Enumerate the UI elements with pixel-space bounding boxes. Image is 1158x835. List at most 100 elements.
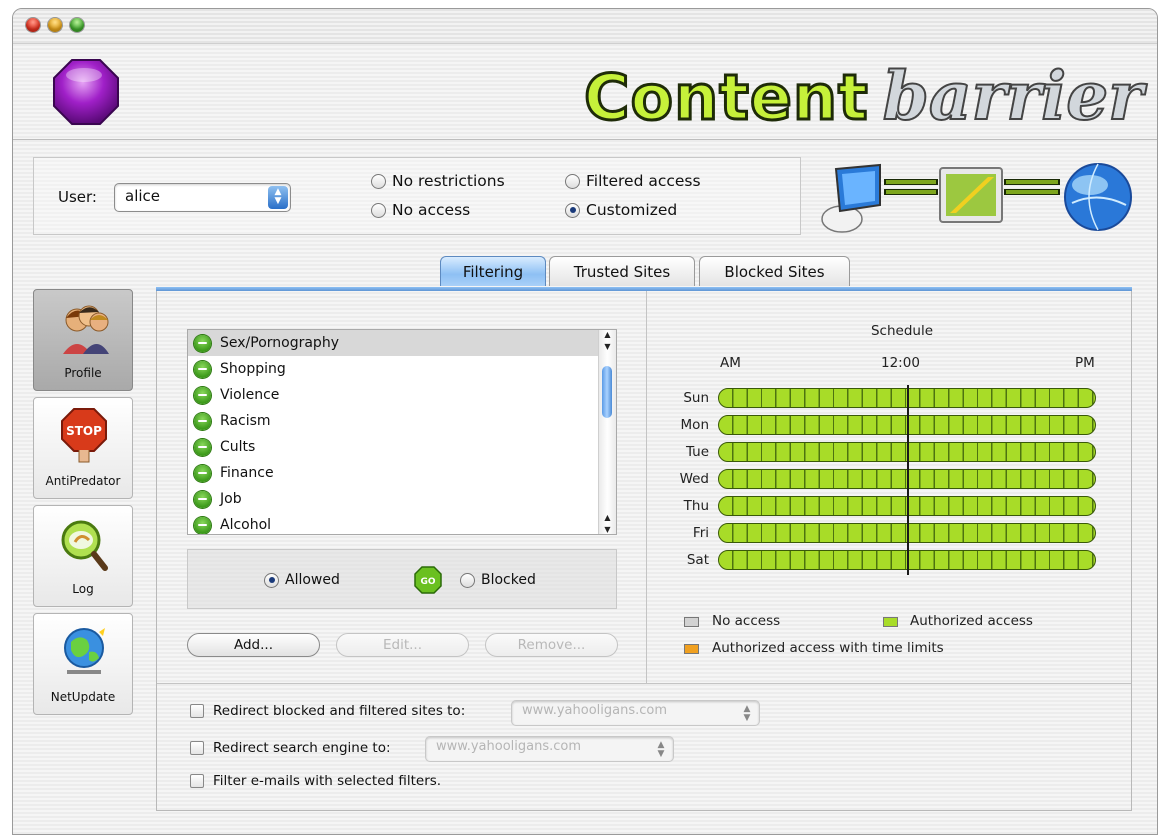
tab-filtering[interactable]: Filtering <box>440 256 546 286</box>
legend-swatch-authorized <box>883 617 898 627</box>
category-label: Violence <box>220 387 280 403</box>
radio-dot-selected <box>565 202 580 218</box>
sidebar-item-log[interactable]: Log <box>33 505 133 607</box>
day-label-mon: Mon <box>680 417 709 433</box>
schedule-noon-label: 12:00 <box>881 355 920 371</box>
select-arrows-icon: ▲ ▼ <box>657 740 665 759</box>
minus-pill-icon <box>194 386 211 404</box>
minus-pill-icon <box>194 516 211 534</box>
panel-divider-horizontal <box>157 683 1131 684</box>
radio-label: Filtered access <box>586 172 701 190</box>
minimize-window-button[interactable] <box>48 18 62 32</box>
title-bar <box>13 9 1157 44</box>
category-scrollbar[interactable]: ▲ ▼ ▲ ▼ <box>598 330 616 534</box>
schedule-pm-label: PM <box>1075 355 1095 371</box>
category-label: Sex/Pornography <box>220 335 339 351</box>
sidebar-label-netupdate: NetUpdate <box>50 690 116 704</box>
tab-blocked-sites[interactable]: Blocked Sites <box>699 256 850 286</box>
radio-dot <box>371 202 386 218</box>
category-label: Shopping <box>220 361 286 377</box>
minus-pill-icon <box>194 464 211 482</box>
redirect-sites-value: www.yahooligans.com <box>522 703 667 718</box>
list-item[interactable]: Cults <box>188 434 600 460</box>
checkbox-box <box>190 704 204 718</box>
checkbox-label: Filter e-mails with selected filters. <box>213 773 442 789</box>
close-window-button[interactable] <box>26 18 40 32</box>
radio-customized[interactable]: Customized <box>565 201 677 219</box>
radio-label: No access <box>392 201 471 219</box>
legend-authorized: Authorized access <box>910 613 1033 629</box>
redirect-sites-checkbox[interactable]: Redirect blocked and filtered sites to: <box>190 703 465 719</box>
sidebar-item-profile[interactable]: Profile <box>33 289 133 391</box>
day-label-wed: Wed <box>679 471 709 487</box>
radio-no-restrictions[interactable]: No restrictions <box>371 172 505 190</box>
radio-blocked[interactable]: Blocked <box>460 572 536 588</box>
schedule-title: Schedule <box>870 323 934 339</box>
radio-dot-selected <box>264 572 279 588</box>
minus-pill-icon <box>194 334 211 352</box>
radio-filtered-access[interactable]: Filtered access <box>565 172 701 190</box>
globe-icon <box>64 628 105 674</box>
checkbox-box <box>190 741 204 755</box>
radio-dot <box>460 572 475 588</box>
minus-pill-icon <box>194 412 211 430</box>
category-label: Job <box>220 491 242 507</box>
panel-divider-vertical <box>646 291 647 683</box>
day-label-sat: Sat <box>686 552 709 568</box>
user-select-value: alice <box>125 187 161 205</box>
go-button-label: GO <box>420 577 435 587</box>
redirect-sites-select[interactable]: www.yahooligans.com ▲ ▼ <box>511 700 760 726</box>
minus-pill-icon <box>194 490 211 508</box>
user-panel: User: alice ▲ ▼ No restrictions No access… <box>33 157 801 235</box>
add-button[interactable]: Add... <box>187 633 320 657</box>
sidebar-label-log: Log <box>72 582 94 596</box>
checkbox-label: Redirect search engine to: <box>213 740 391 756</box>
sidebar-item-netupdate[interactable]: NetUpdate <box>33 613 133 715</box>
category-list[interactable]: Sex/Pornography Shopping Violence Racism… <box>187 329 617 535</box>
user-select[interactable]: alice ▲ ▼ <box>114 183 291 212</box>
stop-hand-icon: STOP <box>61 408 107 463</box>
legend-time-limits: Authorized access with time limits <box>712 640 944 656</box>
legend-swatch-time-limits <box>684 644 699 654</box>
checkbox-box <box>190 774 204 788</box>
list-item[interactable]: Job <box>188 486 600 512</box>
list-item[interactable]: Sex/Pornography <box>188 330 600 356</box>
scroll-up-arrow-icon[interactable]: ▲ <box>599 330 616 339</box>
radio-label: No restrictions <box>392 172 505 190</box>
list-item[interactable]: Violence <box>188 382 600 408</box>
radio-no-access[interactable]: No access <box>371 201 470 219</box>
redirect-search-checkbox[interactable]: Redirect search engine to: <box>190 740 391 756</box>
zoom-window-button[interactable] <box>70 18 84 32</box>
radio-label: Blocked <box>481 572 536 588</box>
redirect-search-value: www.yahooligans.com <box>436 739 581 754</box>
scrollbar-thumb[interactable] <box>602 366 612 418</box>
brand-word-content: Content <box>583 60 870 136</box>
sidebar-item-antipredator[interactable]: STOP AntiPredator <box>33 397 133 499</box>
user-label: User: <box>58 188 97 206</box>
checkbox-label: Redirect blocked and filtered sites to: <box>213 703 466 719</box>
profile-icon <box>63 305 109 354</box>
sidebar-label-profile: Profile <box>64 366 102 380</box>
brand-word-barrier: barrier <box>882 56 1144 136</box>
schedule-am-label: AM <box>720 355 741 371</box>
scroll-up-arrow-icon[interactable]: ▲ <box>599 513 616 522</box>
list-item[interactable]: Finance <box>188 460 600 486</box>
scroll-down-arrow-icon[interactable]: ▼ <box>599 525 616 534</box>
list-item[interactable]: Shopping <box>188 356 600 382</box>
minus-pill-icon <box>194 438 211 456</box>
redirect-search-select[interactable]: www.yahooligans.com ▲ ▼ <box>425 736 674 762</box>
scroll-down-arrow-icon[interactable]: ▼ <box>599 342 616 351</box>
app-window: Content barrier User: alice ▲ ▼ No restric… <box>12 8 1158 835</box>
tab-trusted-sites[interactable]: Trusted Sites <box>549 256 695 286</box>
day-label-fri: Fri <box>692 525 709 541</box>
list-item[interactable]: Alcohol <box>188 512 600 534</box>
filter-email-checkbox[interactable]: Filter e-mails with selected filters. <box>190 773 441 789</box>
edit-button[interactable]: Edit... <box>336 633 469 657</box>
category-label: Alcohol <box>220 517 272 533</box>
radio-allowed[interactable]: Allowed <box>264 572 340 588</box>
go-button[interactable]: GO <box>414 566 442 594</box>
remove-button[interactable]: Remove... <box>485 633 618 657</box>
list-item[interactable]: Racism <box>188 408 600 434</box>
legend-swatch-no-access <box>684 617 699 627</box>
radio-label: Allowed <box>285 572 340 588</box>
